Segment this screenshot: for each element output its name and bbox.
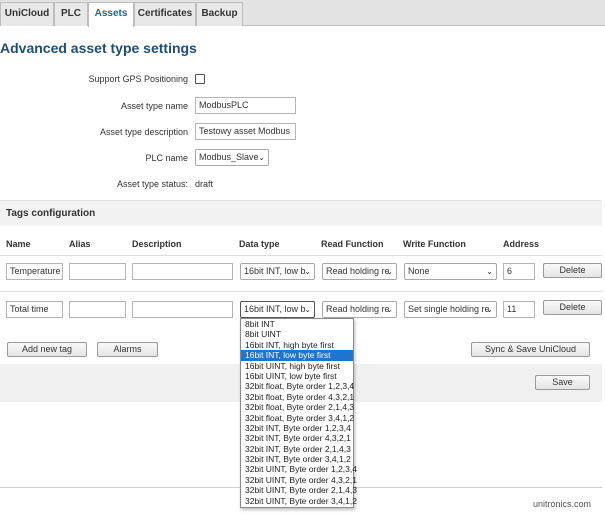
column-read-function: Read Function <box>321 239 384 249</box>
chevron-down-icon: ⌄ <box>258 153 265 162</box>
tag-alias-input[interactable] <box>69 301 126 318</box>
dropdown-option[interactable]: 32bit INT, Byte order 1,2,3,4 <box>241 423 353 433</box>
sync-save-unicloud-button[interactable]: Sync & Save UniCloud <box>471 342 590 357</box>
column-alias: Alias <box>69 239 91 249</box>
dropdown-option[interactable]: 32bit float, Byte order 3,4,1,2 <box>241 413 354 423</box>
read-function-select[interactable]: Read holding re ⌄ <box>322 301 397 318</box>
column-address: Address <box>503 239 540 249</box>
add-new-tag-button[interactable]: Add new tag <box>7 342 87 357</box>
delete-button[interactable]: Delete <box>543 263 602 278</box>
dropdown-option[interactable]: 32bit float, Byte order 4,3,2,1 <box>241 392 354 402</box>
plc-name-label: PLC name <box>145 153 188 163</box>
dropdown-option[interactable]: 16bit UINT, low byte first <box>241 371 353 381</box>
dropdown-option[interactable]: 8bit INT <box>241 319 353 329</box>
tag-name-input[interactable]: Temperature <box>6 263 63 280</box>
tab-plc[interactable]: PLC <box>54 2 88 26</box>
dropdown-option[interactable]: 32bit float, Byte order 1,2,3,4 <box>241 381 354 391</box>
save-button[interactable]: Save <box>535 375 590 390</box>
dropdown-option[interactable]: 32bit INT, Byte order 2,1,4,3 <box>241 444 353 454</box>
read-function-select[interactable]: Read holding re ⌄ <box>322 263 397 280</box>
dropdown-option[interactable]: 32bit INT, Byte order 4,3,2,1 <box>241 433 353 443</box>
tag-description-input[interactable] <box>132 301 233 318</box>
column-data-type: Data type <box>239 239 280 249</box>
dropdown-option[interactable]: 32bit float, Byte order 2,1,4,3 <box>241 402 354 412</box>
asset-status-value: draft <box>195 179 214 189</box>
dropdown-option[interactable]: 32bit UINT, Byte order 4,3,2,1 <box>241 475 357 485</box>
data-type-value: 16bit INT, low b <box>244 304 306 314</box>
alarms-button[interactable]: Alarms <box>97 342 158 357</box>
chevron-down-icon: ⌄ <box>304 267 311 276</box>
asset-description-label: Asset type description <box>99 127 188 137</box>
dropdown-option[interactable]: 32bit UINT, Byte order 3,4,1,2 <box>241 496 357 506</box>
tag-name-input[interactable]: Total time <box>6 301 63 318</box>
column-write-function: Write Function <box>403 239 466 249</box>
tag-description-input[interactable] <box>132 263 233 280</box>
asset-name-input[interactable]: ModbusPLC <box>195 97 296 114</box>
data-type-select[interactable]: 16bit INT, low b ⌄ <box>240 301 315 318</box>
address-input[interactable]: 11 <box>503 301 535 318</box>
chevron-down-icon: ⌄ <box>486 305 493 314</box>
write-function-select[interactable]: Set single holding re ⌄ <box>404 301 497 318</box>
dropdown-option[interactable]: 16bit INT, high byte first <box>241 340 353 350</box>
tab-assets[interactable]: Assets <box>88 2 134 27</box>
write-function-select[interactable]: None ⌄ <box>404 263 497 280</box>
dropdown-option[interactable]: 16bit UINT, high byte first <box>241 361 353 371</box>
asset-name-label: Asset type name <box>120 101 188 111</box>
column-name: Name <box>6 239 31 249</box>
dropdown-option[interactable]: 8bit UINT <box>241 329 353 339</box>
write-function-value: None <box>408 266 430 276</box>
tab-certificates[interactable]: Certificates <box>134 2 196 26</box>
data-type-value: 16bit INT, low b <box>244 266 306 276</box>
asset-description-input[interactable]: Testowy asset Modbus <box>195 123 296 140</box>
tags-section-header: Tags configuration <box>0 200 602 226</box>
divider <box>0 291 602 292</box>
asset-status-label: Asset type status: <box>116 179 188 189</box>
tab-unicloud[interactable]: UniCloud <box>0 2 54 26</box>
gps-checkbox[interactable] <box>195 74 205 84</box>
plc-name-value: Modbus_Slave <box>199 152 259 162</box>
chevron-down-icon: ⌄ <box>486 267 493 276</box>
column-description: Description <box>132 239 182 249</box>
dropdown-option[interactable]: 32bit INT, Byte order 3,4,1,2 <box>241 454 353 464</box>
data-type-dropdown-list[interactable]: 8bit INT 8bit UINT 16bit INT, high byte fi… <box>240 318 357 508</box>
read-function-value: Read holding re <box>326 266 390 276</box>
dropdown-option[interactable]: 32bit UINT, Byte order 2,1,4,3 <box>241 485 357 495</box>
page-title: Advanced asset type settings <box>0 40 197 56</box>
plc-name-select[interactable]: Modbus_Slave ⌄ <box>195 149 269 166</box>
chevron-down-icon: ⌄ <box>386 305 393 314</box>
tag-alias-input[interactable] <box>69 263 126 280</box>
tags-section-title: Tags configuration <box>6 208 96 219</box>
chevron-down-icon: ⌄ <box>304 305 311 314</box>
read-function-value: Read holding re <box>326 304 390 314</box>
divider <box>0 255 602 256</box>
dropdown-option[interactable]: 32bit UINT, Byte order 1,2,3,4 <box>241 464 357 474</box>
tab-backup[interactable]: Backup <box>196 2 243 26</box>
dropdown-option[interactable]: 16bit INT, low byte first <box>241 350 353 361</box>
brand-footer: unitronics.com <box>532 499 591 509</box>
address-input[interactable]: 6 <box>503 263 535 280</box>
data-type-select[interactable]: 16bit INT, low b ⌄ <box>240 263 315 280</box>
delete-button[interactable]: Delete <box>543 300 602 315</box>
tab-bar: UniCloud PLC Assets Certificates Backup <box>0 0 605 27</box>
gps-label: Support GPS Positioning <box>88 74 188 84</box>
chevron-down-icon: ⌄ <box>386 267 393 276</box>
write-function-value: Set single holding re <box>408 304 490 314</box>
